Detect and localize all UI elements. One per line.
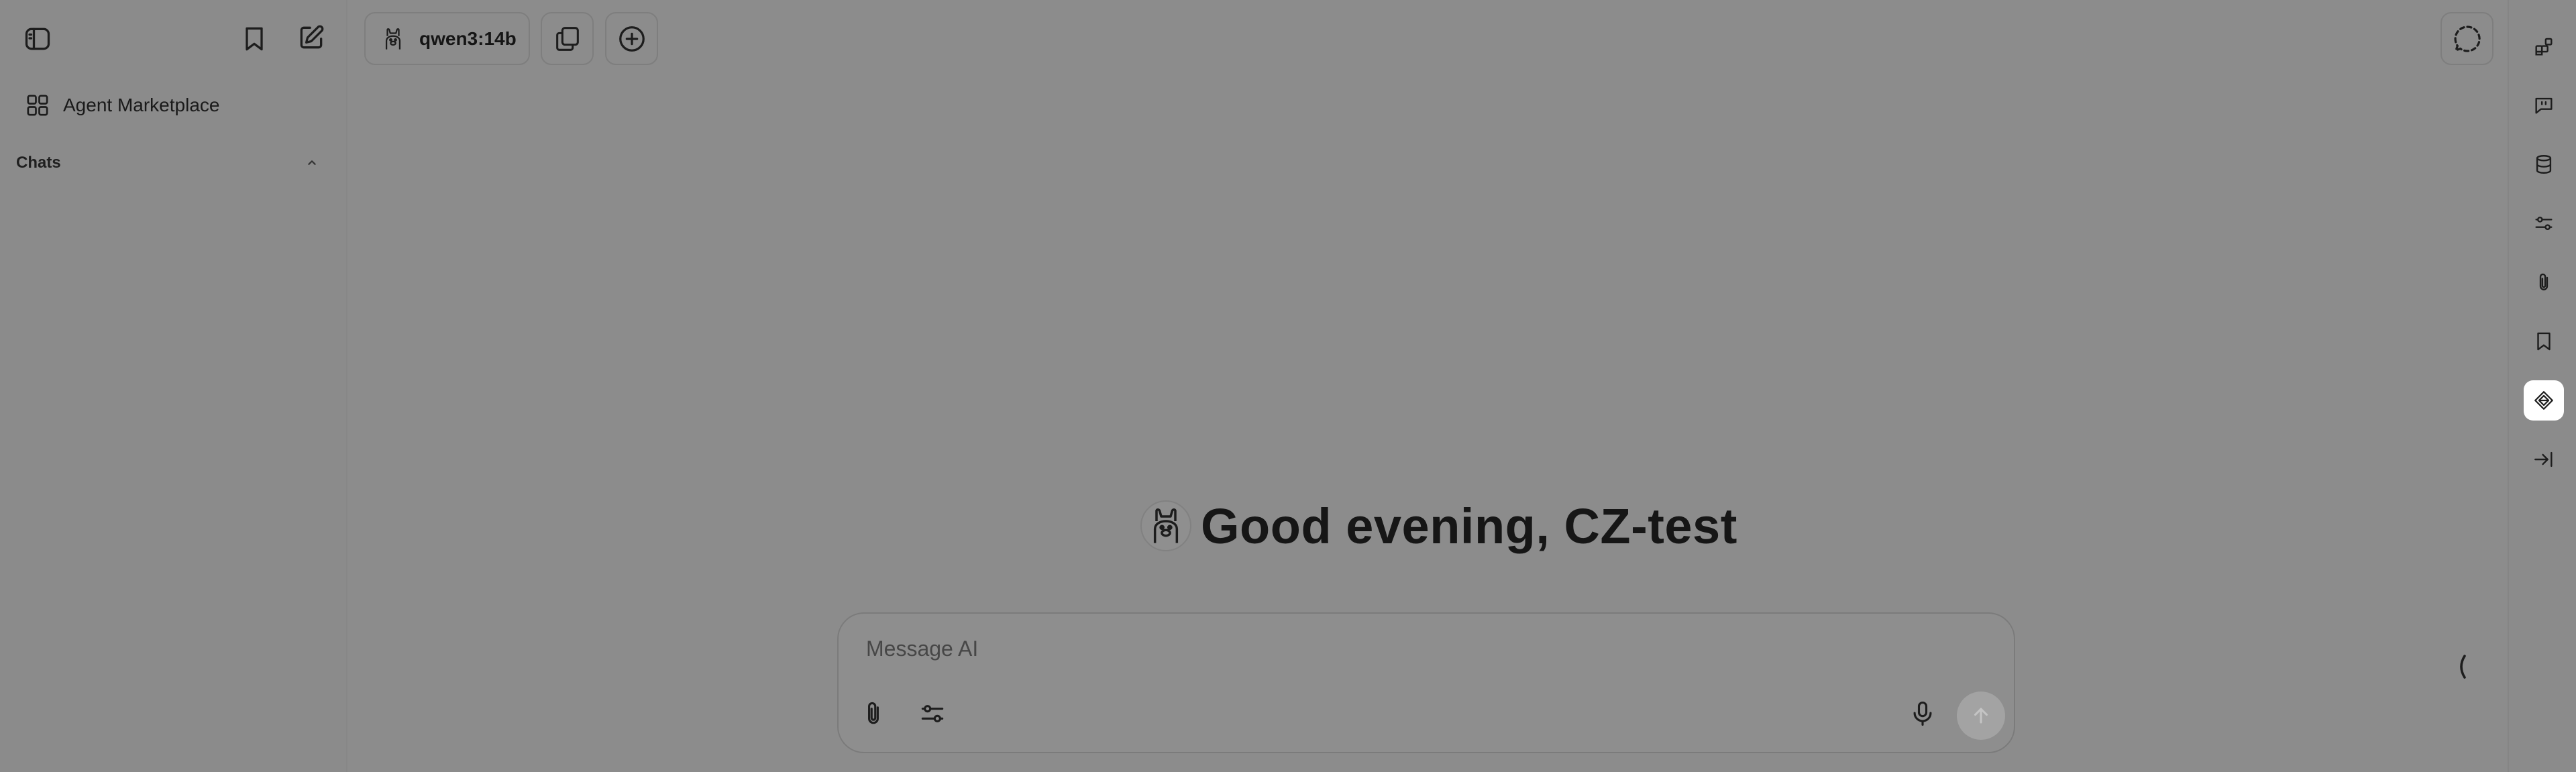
add-model-button[interactable] — [605, 12, 658, 65]
llama-icon — [1153, 508, 1179, 543]
message-alert-icon — [2535, 97, 2553, 114]
bookmark-icon — [246, 27, 263, 51]
dashed-chat-icon — [2453, 25, 2481, 52]
copy-icon — [555, 26, 579, 51]
panel-handle-icon[interactable] — [2455, 653, 2469, 680]
model-name: qwen3:14b — [419, 27, 517, 49]
paperclip-icon — [2539, 273, 2548, 290]
rail-collapse-button[interactable] — [2524, 439, 2564, 480]
chevron-up-icon[interactable] — [305, 156, 319, 170]
database-icon — [2536, 155, 2552, 174]
rail-integrations-button[interactable] — [2524, 380, 2564, 421]
left-sidebar: Agent Marketplace Chats — [0, 0, 347, 772]
paperclip-icon — [868, 702, 879, 724]
voice-input-button[interactable] — [1902, 694, 1943, 734]
agent-marketplace-link[interactable]: Agent Marketplace — [24, 90, 219, 121]
settings-button[interactable] — [912, 694, 953, 734]
new-chat-button[interactable] — [292, 19, 330, 56]
arrow-right-to-line-icon — [2534, 451, 2553, 467]
rail-bookmarks-button[interactable] — [2524, 321, 2564, 362]
diamond-icon — [2534, 391, 2553, 410]
greeting: Good evening, CZ-test — [1140, 495, 1737, 557]
arrow-up-icon — [1974, 708, 1988, 724]
agent-marketplace-label: Agent Marketplace — [63, 95, 220, 115]
attach-button[interactable] — [853, 694, 894, 734]
sidebar-toggle-icon — [25, 27, 50, 50]
edit-icon — [300, 25, 324, 49]
rail-database-button[interactable] — [2524, 144, 2564, 184]
copy-button[interactable] — [541, 12, 594, 65]
rail-widgets-button[interactable] — [2524, 27, 2564, 67]
llama-icon — [385, 27, 401, 50]
plus-circle-icon — [619, 25, 645, 52]
model-avatar — [1140, 500, 1191, 551]
widgets-icon — [2535, 38, 2553, 56]
sliders-icon — [2535, 217, 2553, 230]
temporary-chat-button[interactable] — [2440, 12, 2493, 65]
greeting-text: Good evening, CZ-test — [1201, 498, 1737, 554]
right-rail — [2508, 0, 2576, 772]
send-button[interactable] — [1957, 692, 2005, 740]
chats-section-header[interactable]: Chats — [16, 152, 319, 174]
rail-files-button[interactable] — [2524, 262, 2564, 302]
sidebar-toggle-button[interactable] — [19, 20, 56, 58]
message-input[interactable]: Message AI — [866, 637, 978, 661]
rail-controls-button[interactable] — [2524, 203, 2564, 243]
model-selector[interactable]: qwen3:14b — [364, 12, 530, 65]
bookmark-button[interactable] — [235, 20, 273, 58]
sliders-icon — [921, 705, 944, 722]
message-composer[interactable]: Message AI — [837, 612, 2015, 753]
rail-feedback-button[interactable] — [2524, 85, 2564, 125]
grid-icon — [27, 95, 48, 116]
chats-heading: Chats — [16, 154, 61, 172]
bookmark-icon — [2537, 332, 2551, 351]
microphone-icon — [1913, 701, 1932, 726]
